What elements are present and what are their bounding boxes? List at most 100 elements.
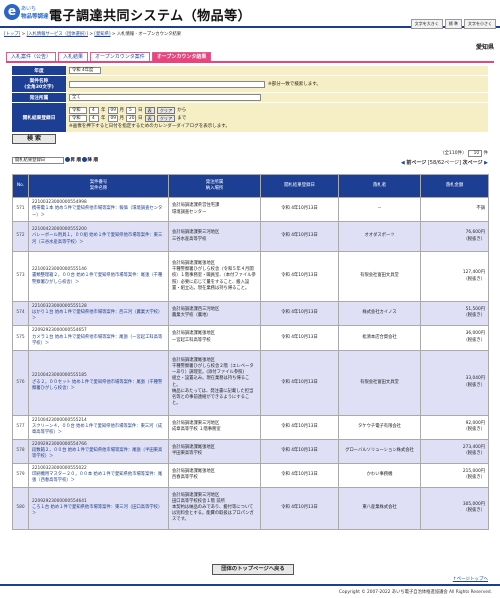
breadcrumb-top[interactable]: [トップ]: [4, 32, 20, 37]
from-day-input[interactable]: 5: [126, 106, 136, 114]
tab-bid-cases[interactable]: 入札案件（公告）: [6, 52, 57, 61]
next-page-link[interactable]: 次ページ: [463, 160, 483, 166]
back-to-top-button[interactable]: 団体のトップページへ戻る: [212, 564, 294, 575]
font-small-button[interactable]: 文字を小さく: [464, 19, 496, 29]
to-year-unit: 年: [101, 116, 106, 121]
col-case: 案件番号 案件名称: [28, 174, 169, 198]
row-amount: 215,000円 （税抜き）: [420, 462, 489, 488]
to-era-select[interactable]: 令和: [69, 114, 87, 122]
prev-page-icon[interactable]: ◀: [401, 160, 405, 166]
row-case: 22092923000000554766 段数箱２，００台 始め１件で愛知県他市場…: [28, 438, 169, 464]
to-day-input[interactable]: 20: [126, 114, 136, 122]
font-large-button[interactable]: 文字を大きく: [410, 19, 443, 29]
date-note: ※画像を押下すると日付を指定するためのカレンダーダイアログを表示します。: [69, 123, 230, 129]
amount-tax-note: （税抜き）: [463, 508, 485, 514]
case-name-input[interactable]: [69, 80, 265, 88]
row-dept: 会計局調達課尾張地区 千種警察署ひがしら校舎（令和５年４月開校）１階事務室・職員…: [168, 251, 261, 302]
results-controls: 開札結果登録日 昇 順 降 順 （全110件） 10 件 ◀ 前ページ [58/…: [12, 150, 488, 174]
table-row: 571 22100323000000554998 携帯電１本 始め５件で愛知県他市場…: [12, 197, 489, 222]
row-case: 22100423000000555200 バレーボール用具１，００組 始め１件で愛…: [28, 221, 169, 252]
row-date: 令和 4年10月13日: [260, 301, 339, 326]
page-top-link[interactable]: ↑ページトップへ: [453, 576, 488, 582]
to-year-input[interactable]: 4: [89, 114, 99, 122]
row-no: 578: [12, 438, 29, 464]
case-name-label-sub: (全角30文字): [24, 85, 54, 90]
fiscal-year-select[interactable]: 令和 4年度: [69, 67, 101, 74]
to-clear-button[interactable]: クリア: [156, 114, 176, 122]
from-month-input[interactable]: 09: [107, 106, 118, 114]
to-month-unit: 月: [119, 116, 125, 121]
tab-open-counter-results[interactable]: オープンカウンタ結果: [151, 52, 212, 61]
case-name-link[interactable]: ころ１台 始め１件で愛知県他市場等案件：東三河（田口高等学校）＞: [32, 505, 165, 517]
tab-open-counter-cases[interactable]: オープンカウンタ案件: [90, 52, 150, 61]
case-name-link[interactable]: ざる２，００セット 始め１件で愛知県他市場等案件：尾張（千種警察署ひがしら校舎）…: [32, 380, 165, 392]
row-date: 令和 4年10月13日: [260, 197, 339, 222]
col-winner: 落札者: [338, 174, 421, 198]
amount-tax-note: （税抜き）: [463, 313, 485, 319]
date-to-row: 令和 4年 09 月 20 日 表 クリア まで: [69, 114, 187, 122]
case-name-link[interactable]: スクリーン４，００台 始め１件で愛知県他市場等案件：東三河（成章高等学校）＞: [32, 424, 165, 436]
row-winner: 有限会社富田文具堂: [338, 251, 421, 302]
search-form: 年度 令和 4年度 案件名称 (全角30文字) ※部分一致で検索します。 発注所…: [12, 66, 488, 133]
to-calendar-icon[interactable]: 表: [144, 114, 155, 122]
results-table: No. 案件番号 案件名称 発注所属 納入場所 開札結果登録日 落札者 落札金額…: [12, 174, 489, 530]
next-page-icon[interactable]: ▶: [484, 160, 488, 166]
row-amount: 51,500円 （税抜き）: [420, 301, 489, 326]
row-winner: 松清本店合資会社: [338, 324, 421, 351]
row-amount: 不調: [420, 197, 489, 222]
breadcrumb-service[interactable]: [入札情報サービス（団体選択）]: [27, 32, 88, 37]
row-winner: 株式会社カイノス: [338, 301, 421, 326]
font-normal-button[interactable]: 標 準: [444, 19, 462, 29]
tab-bid-results[interactable]: 入札結果: [58, 52, 89, 61]
case-name-link[interactable]: 携帯電１本 始め５件で愛知県他市場等案件：報価（環境調査センター）＞: [32, 206, 165, 218]
row-no: 572: [12, 221, 29, 252]
from-calendar-icon[interactable]: 表: [144, 106, 155, 114]
date-from-row: 令和 4年 09 月 5日 表 クリア から: [69, 106, 187, 114]
from-word: から: [177, 108, 187, 113]
prev-page-link[interactable]: 前ページ: [406, 160, 426, 166]
result-date-label: 開札結果登録日: [12, 103, 66, 132]
row-dept: 会計局調達課尾張地区 西春高等学校: [168, 462, 261, 488]
col-amount: 落札金額: [420, 174, 489, 198]
footer: Copyright © 2007-2022 あいち電子自治体推進協議会 All …: [0, 584, 500, 598]
table-row: 577 22100423000000555214 スクリーン４，００台 始め１件で愛…: [12, 414, 489, 440]
case-name-link[interactable]: バレーボール用具１，００組 始め１件で愛知県他市場等案件：東三河（三谷水産高等学…: [32, 233, 165, 245]
table-row: 573 22100323000000555146 書類整理箱２，００台 始め１件で愛…: [12, 251, 489, 302]
row-dept: 会計局調達課尾張地区 半田東高等学校: [168, 438, 261, 464]
row-dept: 会計局調達課西三河地区 農業大学校（農地）: [168, 301, 261, 326]
row-winner: かわい事務機: [338, 462, 421, 488]
sort-key-select[interactable]: 開札結果登録日: [12, 157, 64, 164]
logo-mark-icon: e: [4, 4, 20, 20]
case-name-link[interactable]: 印刷機用マスター２０，００本 始め１件で愛知県他市場等案件：尾張（西春高等学校）…: [32, 472, 165, 484]
case-name-link[interactable]: カメラ１台 始め１件で愛知県他市場等案件：尾張（一宮起工科高等学校）＞: [32, 335, 165, 347]
site-logo[interactable]: e あいち 物品等調達: [4, 4, 49, 24]
amount-tax-note: （税抜き）: [463, 427, 485, 433]
to-word: まで: [177, 116, 187, 121]
from-month-unit: 月: [119, 108, 125, 113]
col-date: 開札結果登録日: [260, 174, 339, 198]
case-name-link[interactable]: はかり１台 始め１件で愛知県他市場等案件：西三河（農業大学校）＞: [32, 310, 165, 322]
row-no: 571: [12, 197, 29, 222]
table-row: 575 22092923000000554657 カメラ１台 始め１件で愛知県他市場…: [12, 324, 489, 351]
page-info: [58/62ページ]: [427, 160, 462, 166]
row-case: 22092923000000554641 ころ１台 始め１件で愛知県他市場等案件：…: [28, 486, 169, 530]
to-month-input[interactable]: 09: [107, 114, 118, 122]
search-button[interactable]: 検 索: [12, 134, 56, 144]
pager: （全110件） 10 件 ◀ 前ページ [58/62ページ] 次ページ ▶: [401, 150, 488, 166]
from-clear-button[interactable]: クリア: [156, 106, 176, 114]
row-winner: グローバルソリューション株式会社: [338, 438, 421, 464]
row-date: 令和 4年10月13日: [260, 251, 339, 302]
row-fiscal-year: 年度 令和 4年度: [12, 66, 488, 76]
from-year-input[interactable]: 4: [89, 106, 99, 114]
amount-tax-note: （税抜き）: [463, 236, 485, 242]
orderer-select[interactable]: 全て: [69, 94, 261, 101]
table-header-row: No. 案件番号 案件名称 発注所属 納入場所 開札結果登録日 落札者 落札金額: [12, 174, 489, 198]
case-name-link[interactable]: 段数箱２，００台 始め１件で愛知県他市場等案件：尾張（半田東高等学校）＞: [32, 448, 165, 460]
row-result-date: 開札結果登録日 令和 4年 09 月 5日 表 クリア から 令和 4年 09 月 …: [12, 103, 488, 133]
from-era-select[interactable]: 令和: [69, 106, 87, 114]
row-no: 579: [12, 462, 29, 488]
per-page-select[interactable]: 10: [468, 150, 483, 157]
case-name-link[interactable]: 書類整理箱２，００台 始め１件で愛知県他市場等案件：尾張（千種警察署ひがしら校舎…: [32, 273, 165, 285]
breadcrumb-pref[interactable]: [愛知県]: [94, 32, 110, 37]
row-date: 令和 4年10月13日: [260, 221, 339, 252]
